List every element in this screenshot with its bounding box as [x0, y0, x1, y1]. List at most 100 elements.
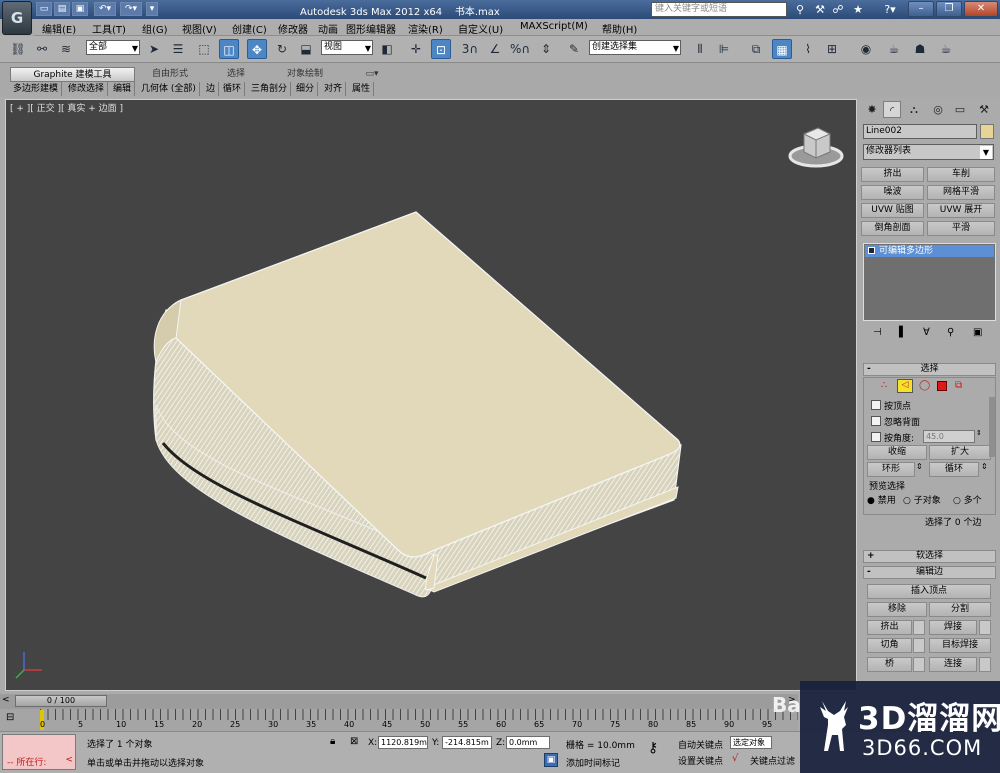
polygon-mode-icon[interactable]: [937, 381, 947, 391]
selection-rollout-header[interactable]: - 选择: [863, 363, 996, 376]
favorites-icon[interactable]: ★: [850, 2, 866, 17]
by-angle-checkbox[interactable]: [871, 432, 881, 442]
extrude-modifier-button[interactable]: 挤出: [861, 167, 924, 182]
display-tab-icon[interactable]: ▭: [951, 101, 969, 118]
menu-views[interactable]: 视图(V): [182, 21, 217, 36]
panel-modify-selection[interactable]: 修改选择: [65, 82, 109, 96]
set-key-button[interactable]: 设置关键点: [678, 754, 723, 767]
maxscript-listener[interactable]: -- 所在行: <: [2, 734, 76, 770]
help-icon[interactable]: ?▾: [878, 2, 902, 17]
rectangular-selection-icon[interactable]: ⬚: [194, 39, 214, 59]
communication-icon[interactable]: ☍: [830, 2, 846, 17]
align-icon[interactable]: ⊫: [714, 39, 734, 59]
pin-stack-icon[interactable]: ⊣: [873, 327, 882, 338]
element-mode-icon[interactable]: ⧉: [955, 380, 962, 391]
tab-object-paint[interactable]: 对象绘制: [274, 67, 336, 82]
angle-spinner[interactable]: 45.0: [923, 430, 975, 443]
loop-spinner-icon[interactable]: ⇕: [981, 462, 988, 471]
subscription-icon[interactable]: ⚒: [812, 2, 828, 17]
absolute-mode-icon[interactable]: ⊠: [350, 736, 358, 747]
connect-settings-icon[interactable]: [979, 657, 991, 672]
menu-animation[interactable]: 动画: [318, 21, 338, 36]
by-vertex-checkbox[interactable]: [871, 400, 881, 410]
time-tag-icon[interactable]: ▣: [544, 753, 558, 767]
preview-disabled-radio[interactable]: ● 禁用: [867, 493, 896, 506]
hierarchy-tab-icon[interactable]: ⛬: [905, 101, 923, 118]
panel-polygon-modeling[interactable]: 多边形建模: [10, 82, 63, 96]
soft-selection-rollout-header[interactable]: + 软选择: [863, 550, 996, 563]
select-and-move-icon[interactable]: ✥: [247, 39, 267, 59]
chamfer-button[interactable]: 切角: [867, 638, 912, 653]
angle-spinner-arrows-icon[interactable]: ⇕: [976, 429, 982, 437]
stack-expand-icon[interactable]: [868, 247, 875, 254]
edit-named-selection-icon[interactable]: ✎: [564, 39, 584, 59]
restore-button[interactable]: ❐: [936, 1, 962, 17]
shrink-button[interactable]: 收缩: [867, 445, 927, 460]
time-slider-thumb[interactable]: 0 / 100: [15, 695, 107, 707]
z-coordinate-field[interactable]: 0.0mm: [506, 736, 550, 749]
panel-subdivision[interactable]: 细分: [293, 82, 319, 96]
spinner-snap-icon[interactable]: ⇕: [536, 39, 556, 59]
curve-editor-icon[interactable]: ⌇: [798, 39, 818, 59]
menu-create[interactable]: 创建(C): [232, 21, 267, 36]
panel-geometry-all[interactable]: 几何体 (全部): [138, 82, 200, 96]
create-tab-icon[interactable]: ✸: [863, 101, 881, 118]
smooth-modifier-button[interactable]: 平滑: [927, 221, 995, 236]
border-mode-icon[interactable]: ◯: [919, 380, 930, 391]
selection-filter-select[interactable]: 全部 ▼: [86, 40, 140, 55]
auto-key-button[interactable]: 自动关键点: [678, 738, 723, 751]
split-button[interactable]: 分割: [929, 602, 991, 617]
loop-button[interactable]: 循环: [929, 462, 979, 477]
bridge-settings-icon[interactable]: [913, 657, 925, 672]
extrude-settings-icon[interactable]: [913, 620, 925, 635]
menu-edit[interactable]: 编辑(E): [42, 21, 76, 36]
preview-subobject-radio[interactable]: ○ 子对象: [903, 493, 941, 506]
vertex-mode-icon[interactable]: ∴: [881, 380, 887, 391]
y-coordinate-field[interactable]: -214.815m: [442, 736, 492, 749]
time-slider-prev-icon[interactable]: <: [2, 695, 10, 705]
named-selection-set-select[interactable]: 创建选择集 ▼: [589, 40, 681, 55]
select-and-rotate-icon[interactable]: ↻: [272, 39, 292, 59]
tab-selection[interactable]: 选择: [206, 67, 266, 82]
configure-modifier-sets-icon[interactable]: ▣: [973, 327, 982, 338]
tab-freeform[interactable]: 自由形式: [140, 67, 200, 82]
grow-button[interactable]: 扩大: [929, 445, 991, 460]
modifier-stack[interactable]: 可编辑多边形: [863, 243, 996, 321]
application-button[interactable]: G: [2, 1, 32, 35]
weld-button[interactable]: 焊接: [929, 620, 977, 635]
mini-curve-editor-icon[interactable]: ⊟: [6, 712, 14, 723]
close-button[interactable]: ✕: [964, 1, 998, 17]
track-bar[interactable]: ⊟ 0 5 10 15 20 25 30 35 40 45 50 55 60 6…: [0, 709, 798, 731]
menu-graph-editors[interactable]: 图形编辑器: [346, 21, 396, 36]
undo-icon[interactable]: ↶▾: [94, 2, 116, 16]
select-by-name-icon[interactable]: ☰: [168, 39, 188, 59]
time-slider[interactable]: 0 / 100 < >: [0, 694, 798, 709]
panel-edit[interactable]: 编辑: [110, 82, 136, 96]
open-file-icon[interactable]: ▤: [54, 2, 70, 16]
bind-space-warp-icon[interactable]: ≋: [56, 39, 76, 59]
ring-button[interactable]: 环形: [867, 462, 915, 477]
menu-group[interactable]: 组(G): [142, 21, 168, 36]
menu-tools[interactable]: 工具(T): [92, 21, 126, 36]
utilities-tab-icon[interactable]: ⚒: [975, 101, 993, 118]
modifier-list-select[interactable]: 修改器列表 ▼: [863, 144, 994, 160]
target-weld-button[interactable]: 目标焊接: [929, 638, 991, 653]
reference-coordinate-select[interactable]: 视图 ▼: [321, 40, 373, 55]
ribbon-options-icon[interactable]: ▭▾: [360, 67, 384, 82]
insert-vertex-button[interactable]: 插入顶点: [867, 584, 991, 599]
chamfer-settings-icon[interactable]: [913, 638, 925, 653]
edit-edges-rollout-header[interactable]: - 编辑边: [863, 566, 996, 579]
object-name-field[interactable]: Line002: [863, 124, 977, 139]
graphite-toggle-icon[interactable]: ▦: [772, 39, 792, 59]
x-coordinate-field[interactable]: 1120.819m: [378, 736, 428, 749]
menu-customize[interactable]: 自定义(U): [458, 21, 503, 36]
panel-align[interactable]: 对齐: [321, 82, 347, 96]
redo-icon[interactable]: ↷▾: [120, 2, 142, 16]
key-filters-button[interactable]: 关键点过滤: [750, 754, 795, 767]
connect-button[interactable]: 连接: [929, 657, 977, 672]
rendered-frame-window-icon[interactable]: ☗: [910, 39, 930, 59]
book-model[interactable]: [6, 100, 857, 691]
menu-maxscript[interactable]: MAXScript(M): [520, 21, 588, 32]
select-and-manipulate-icon[interactable]: ✛: [406, 39, 426, 59]
stack-item-editable-poly[interactable]: 可编辑多边形: [865, 245, 994, 257]
